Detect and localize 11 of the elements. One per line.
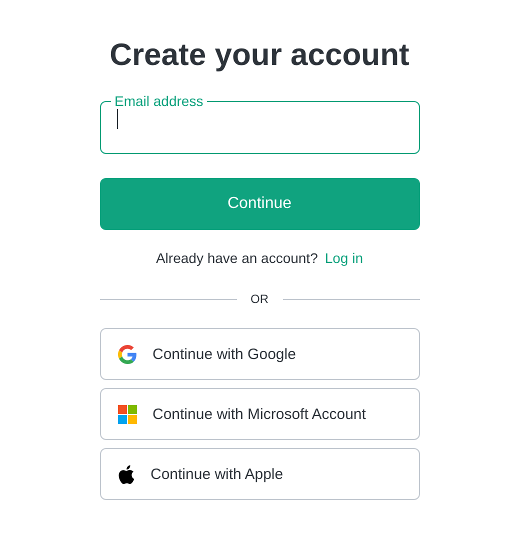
apple-icon bbox=[118, 464, 134, 484]
field-label: Email address bbox=[114, 93, 204, 109]
divider-label: OR bbox=[250, 292, 268, 306]
social-login-button[interactable]: Continue with Microsoft Account bbox=[100, 388, 420, 440]
google-icon bbox=[118, 344, 136, 364]
windows-icon bbox=[118, 404, 136, 424]
login-prompt: Already have an account? bbox=[156, 250, 318, 266]
page-title: Create your account bbox=[108, 36, 410, 74]
social-login-button[interactable]: Continue with Apple bbox=[100, 448, 420, 500]
text-cursor bbox=[116, 109, 118, 129]
social-login-button[interactable]: Continue with Google bbox=[100, 328, 420, 380]
